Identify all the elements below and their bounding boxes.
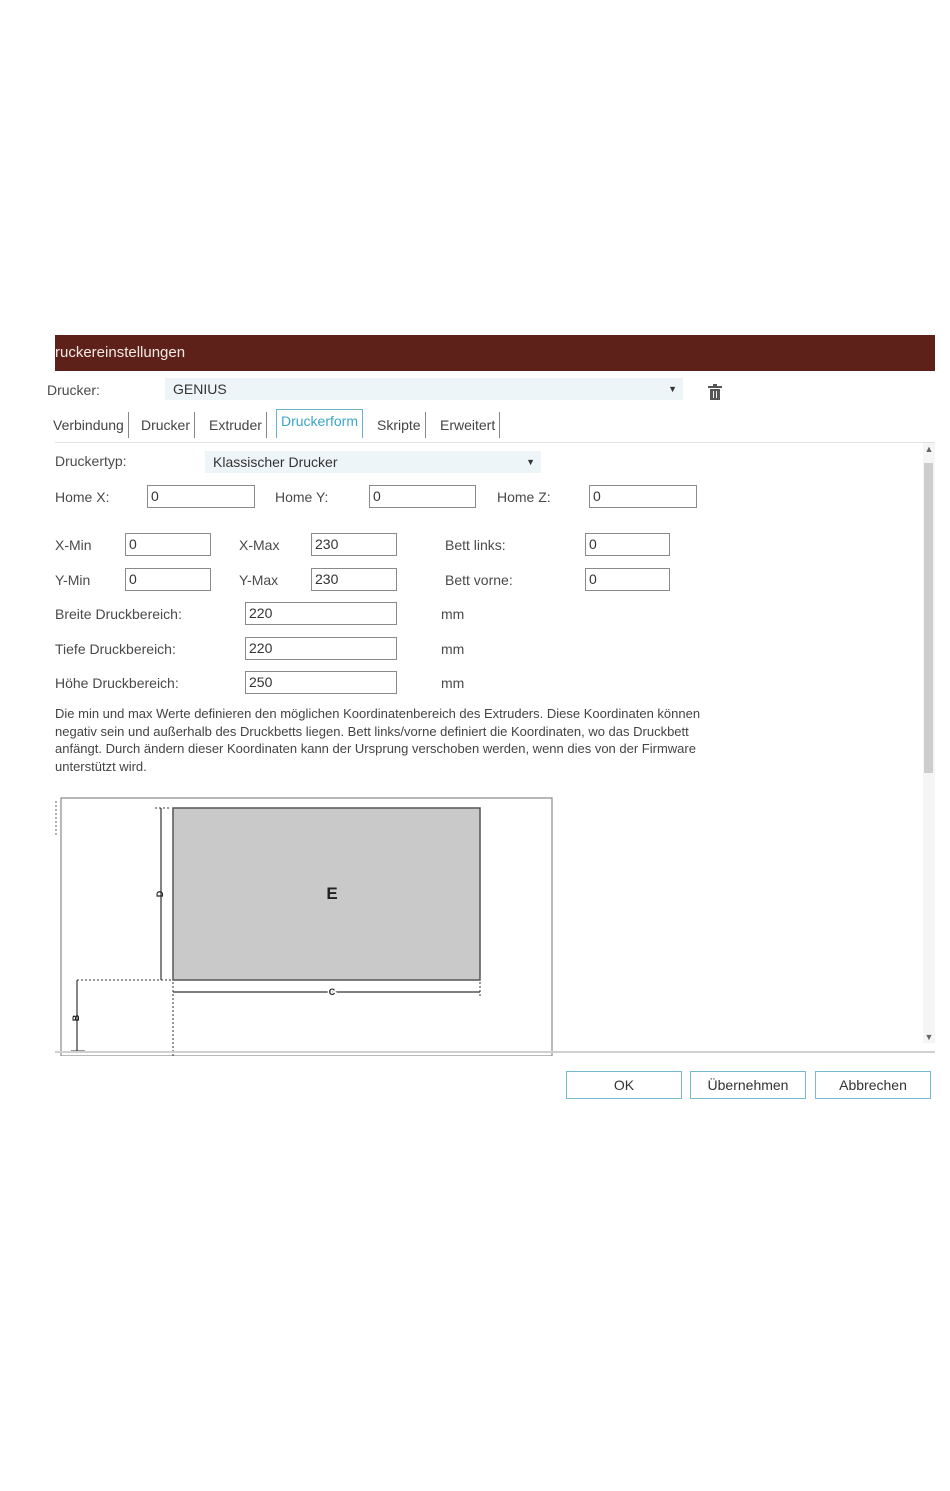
x-max-input[interactable]: 230 (311, 533, 397, 556)
y-min-label: Y-Min (55, 572, 91, 588)
y-max-label: Y-Max (239, 572, 279, 588)
printer-shape-diagram: E D C B (55, 796, 555, 1057)
bed-front-input[interactable]: 0 (585, 568, 670, 591)
home-y-label: Home Y: (275, 489, 329, 505)
home-z-input[interactable]: 0 (589, 485, 697, 508)
height-label: Höhe Druckbereich: (55, 675, 179, 691)
caret-down-icon: ▼ (668, 384, 677, 394)
bed-front-label: Bett vorne: (445, 572, 513, 588)
ok-button[interactable]: OK (566, 1071, 682, 1099)
cancel-button[interactable]: Abbrechen (815, 1071, 931, 1099)
width-unit: mm (441, 606, 465, 622)
tab-extruder[interactable]: Extruder (205, 412, 267, 438)
home-x-input[interactable]: 0 (147, 485, 255, 508)
footer-divider (55, 1051, 935, 1053)
coordinate-description: Die min und max Werte definieren den mög… (55, 706, 701, 774)
home-z-label: Home Z: (497, 489, 551, 505)
scroll-up-icon[interactable]: ▲ (924, 443, 934, 455)
scrollbar-thumb[interactable] (924, 463, 933, 773)
home-y-input[interactable]: 0 (369, 485, 476, 508)
x-min-label: X-Min (55, 537, 92, 553)
printer-select-value: GENIUS (173, 381, 227, 397)
depth-input[interactable]: 220 (245, 637, 397, 660)
trash-icon[interactable] (708, 384, 722, 400)
width-label: Breite Druckbereich: (55, 606, 182, 622)
bed-left-label: Bett links: (445, 537, 506, 553)
printer-type-select[interactable]: Klassischer Drucker ▼ (205, 451, 541, 473)
dialog-title: ruckereinstellungen (55, 335, 935, 371)
apply-button[interactable]: Übernehmen (690, 1071, 806, 1099)
height-input[interactable]: 250 (245, 671, 397, 694)
y-min-input[interactable]: 0 (125, 568, 211, 591)
label-c: C (329, 987, 336, 997)
vertical-scrollbar[interactable]: ▲ ▼ (923, 443, 935, 1043)
printer-type-label: Druckertyp: (55, 453, 127, 469)
y-max-input[interactable]: 230 (311, 568, 397, 591)
width-input[interactable]: 220 (245, 602, 397, 625)
x-min-input[interactable]: 0 (125, 533, 211, 556)
tab-erweitert[interactable]: Erweitert (436, 412, 501, 438)
caret-down-icon: ▼ (526, 457, 535, 467)
tab-drucker[interactable]: Drucker (137, 412, 196, 438)
tab-skripte[interactable]: Skripte (373, 412, 426, 438)
label-d: D (155, 890, 165, 897)
printer-type-value: Klassischer Drucker (213, 454, 338, 470)
home-x-label: Home X: (55, 489, 110, 505)
depth-label: Tiefe Druckbereich: (55, 641, 176, 657)
scroll-down-icon[interactable]: ▼ (924, 1031, 934, 1043)
printer-select[interactable]: GENIUS ▼ (165, 378, 683, 400)
printer-label: Drucker: (47, 382, 100, 398)
label-e: E (326, 884, 337, 903)
x-max-label: X-Max (239, 537, 280, 553)
tab-content: Druckertyp: Klassischer Drucker ▼ Home X… (55, 442, 935, 1057)
height-unit: mm (441, 675, 465, 691)
tab-verbindung[interactable]: Verbindung (49, 412, 129, 438)
bed-left-input[interactable]: 0 (585, 533, 670, 556)
printer-settings-dialog: ruckereinstellungen Drucker: GENIUS ▼ Ve… (47, 335, 935, 1125)
label-b: B (71, 1014, 81, 1021)
depth-unit: mm (441, 641, 465, 657)
tab-druckerform[interactable]: Druckerform (276, 409, 364, 438)
diagram-svg: E D C B (55, 797, 553, 1057)
